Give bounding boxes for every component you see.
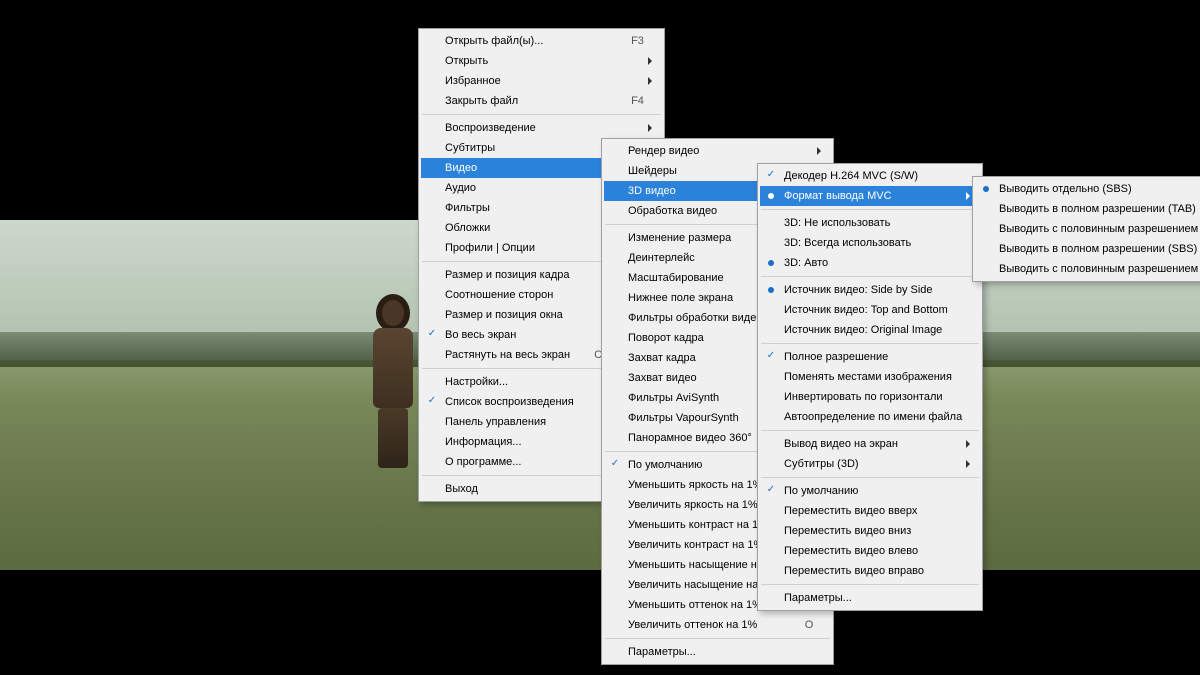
menu-item-label: Информация... xyxy=(445,436,584,448)
menu-item-label: Инвертировать по горизонтали xyxy=(784,391,962,403)
submenu-mvc-format[interactable]: Выводить отдельно (SBS) Выводить в полном… xyxy=(972,176,1200,282)
menu-item-label: Вывод видео на экран xyxy=(784,438,962,450)
menu-separator xyxy=(761,276,979,277)
menu-item-рендер-видео[interactable]: Рендер видео xyxy=(604,141,831,161)
radio-icon xyxy=(983,186,989,192)
menu-item-label: Выводить отдельно (SBS) xyxy=(999,183,1200,195)
menu-item-декодер-h.264-mvc-s/w[interactable]: ✓ Декодер H.264 MVC (S/W) xyxy=(760,166,980,186)
menu-item-переместить-видео-вправо[interactable]: Переместить видео вправо xyxy=(760,561,980,581)
menu-item-label: Выводить в полном разрешении (TAB) xyxy=(999,203,1200,215)
menu-item-label: Поменять местами изображения xyxy=(784,371,962,383)
menu-item-shortcut: F3 xyxy=(631,35,644,47)
menu-item-label: Источник видео: Top and Bottom xyxy=(784,304,962,316)
menu-item-label: Выводить в полном разрешении (SBS) xyxy=(999,243,1200,255)
menu-item-label: Переместить видео вправо xyxy=(784,565,962,577)
menu-item-label: Параметры... xyxy=(628,646,813,658)
menu-item-label: Субтитры (3D) xyxy=(784,458,962,470)
menu-item-label: Закрыть файл xyxy=(445,95,607,107)
menu-item-label: Открыть xyxy=(445,55,644,67)
menu-item-выводить-отдельно-sbs[interactable]: Выводить отдельно (SBS) xyxy=(975,179,1200,199)
menu-item-закрыть-файл[interactable]: Закрыть файл F4 xyxy=(421,91,662,111)
menu-item-по-умолчанию[interactable]: ✓ По умолчанию xyxy=(760,481,980,501)
menu-item-3d-не-использовать[interactable]: 3D: Не использовать xyxy=(760,213,980,233)
menu-item-label: Панель управления xyxy=(445,416,607,428)
menu-item-label: О программе... xyxy=(445,456,607,468)
menu-item-label: Переместить видео влево xyxy=(784,545,962,557)
menu-separator xyxy=(761,477,979,478)
submenu-3d-video[interactable]: ✓ Декодер H.264 MVC (S/W) Формат вывода MV… xyxy=(757,163,983,611)
menu-item-переместить-видео-вниз[interactable]: Переместить видео вниз xyxy=(760,521,980,541)
menu-item-источник-видео-original-image[interactable]: Источник видео: Original Image xyxy=(760,320,980,340)
menu-item-субтитры-3d[interactable]: Субтитры (3D) xyxy=(760,454,980,474)
menu-item-label: Параметры... xyxy=(784,592,962,604)
menu-item-выводить-в-полном-разрешении-sbs[interactable]: Выводить в полном разрешении (SBS) xyxy=(975,239,1200,259)
menu-item-label: Увеличить оттенок на 1% xyxy=(628,619,781,631)
menu-item-label: Растянуть на весь экран xyxy=(445,349,570,361)
menu-item-выводить-с-половинным-разрешением-sbs[interactable]: Выводить с половинным разрешением (SBS) xyxy=(975,259,1200,279)
menu-item-label: Рендер видео xyxy=(628,145,813,157)
menu-separator xyxy=(605,638,830,639)
check-icon: ✓ xyxy=(765,169,777,181)
menu-item-избранное[interactable]: Избранное xyxy=(421,71,662,91)
menu-item-3d-всегда-использовать[interactable]: 3D: Всегда использовать xyxy=(760,233,980,253)
menu-item-воспроизведение[interactable]: Воспроизведение xyxy=(421,118,662,138)
check-icon: ✓ xyxy=(765,350,777,362)
menu-item-label: 3D: Авто xyxy=(784,257,962,269)
menu-item-выводить-с-половинным-разрешением-tab[interactable]: Выводить с половинным разрешением (TAB) xyxy=(975,219,1200,239)
menu-item-label: Декодер H.264 MVC (S/W) xyxy=(784,170,962,182)
menu-item-label: Формат вывода MVC xyxy=(784,190,962,202)
menu-item-label: Выводить с половинным разрешением (SBS) xyxy=(999,263,1200,275)
menu-item-label: 3D: Не использовать xyxy=(784,217,962,229)
video-content-figure xyxy=(365,300,420,470)
menu-item-label: Источник видео: Original Image xyxy=(784,324,962,336)
menu-item-label: Выход xyxy=(445,483,588,495)
menu-item-3d-авто[interactable]: 3D: Авто xyxy=(760,253,980,273)
menu-item-shortcut: F4 xyxy=(631,95,644,107)
menu-item-label: Переместить видео вниз xyxy=(784,525,962,537)
menu-separator xyxy=(761,584,979,585)
menu-separator xyxy=(761,209,979,210)
menu-item-label: Выводить с половинным разрешением (TAB) xyxy=(999,223,1200,235)
menu-separator xyxy=(422,114,661,115)
menu-item-параметры[interactable]: Параметры... xyxy=(760,588,980,608)
menu-item-shortcut: O xyxy=(805,619,814,631)
menu-item-переместить-видео-вверх[interactable]: Переместить видео вверх xyxy=(760,501,980,521)
menu-item-поменять-местами-изображения[interactable]: Поменять местами изображения xyxy=(760,367,980,387)
menu-item-label: Переместить видео вверх xyxy=(784,505,962,517)
menu-item-label: 3D: Всегда использовать xyxy=(784,237,962,249)
menu-item-полное-разрешение[interactable]: ✓ Полное разрешение xyxy=(760,347,980,367)
menu-item-label: Список воспроизведения xyxy=(445,396,607,408)
check-icon: ✓ xyxy=(609,458,621,470)
radio-icon xyxy=(768,193,774,199)
menu-item-label: Воспроизведение xyxy=(445,122,644,134)
menu-item-выводить-в-полном-разрешении-tab[interactable]: Выводить в полном разрешении (TAB) xyxy=(975,199,1200,219)
check-icon: ✓ xyxy=(426,328,438,340)
menu-item-переместить-видео-влево[interactable]: Переместить видео влево xyxy=(760,541,980,561)
check-icon: ✓ xyxy=(765,484,777,496)
menu-item-label: Полное разрешение xyxy=(784,351,962,363)
menu-item-открыть[interactable]: Открыть xyxy=(421,51,662,71)
check-icon: ✓ xyxy=(426,395,438,407)
menu-item-источник-видео-side-by-side[interactable]: Источник видео: Side by Side xyxy=(760,280,980,300)
menu-item-label: Во весь экран xyxy=(445,329,594,341)
menu-item-label: По умолчанию xyxy=(784,485,962,497)
menu-item-label: Избранное xyxy=(445,75,644,87)
menu-item-источник-видео-top-and-bottom[interactable]: Источник видео: Top and Bottom xyxy=(760,300,980,320)
radio-icon xyxy=(768,260,774,266)
menu-item-параметры[interactable]: Параметры... xyxy=(604,642,831,662)
menu-item-label: Автоопределение по имени файла xyxy=(784,411,962,423)
menu-item-инвертировать-по-горизонтали[interactable]: Инвертировать по горизонтали xyxy=(760,387,980,407)
menu-item-label: Открыть файл(ы)... xyxy=(445,35,607,47)
radio-icon xyxy=(768,287,774,293)
menu-item-автоопределение-по-имени-файла[interactable]: Автоопределение по имени файла xyxy=(760,407,980,427)
menu-separator xyxy=(761,343,979,344)
menu-item-label: Источник видео: Side by Side xyxy=(784,284,962,296)
menu-separator xyxy=(761,430,979,431)
menu-item-увеличить-оттенок-на-1[interactable]: Увеличить оттенок на 1% O xyxy=(604,615,831,635)
menu-item-открыть-файлы[interactable]: Открыть файл(ы)... F3 xyxy=(421,31,662,51)
menu-item-label: Настройки... xyxy=(445,376,607,388)
menu-item-формат-вывода-mvc[interactable]: Формат вывода MVC xyxy=(760,186,980,206)
menu-item-вывод-видео-на-экран[interactable]: Вывод видео на экран xyxy=(760,434,980,454)
